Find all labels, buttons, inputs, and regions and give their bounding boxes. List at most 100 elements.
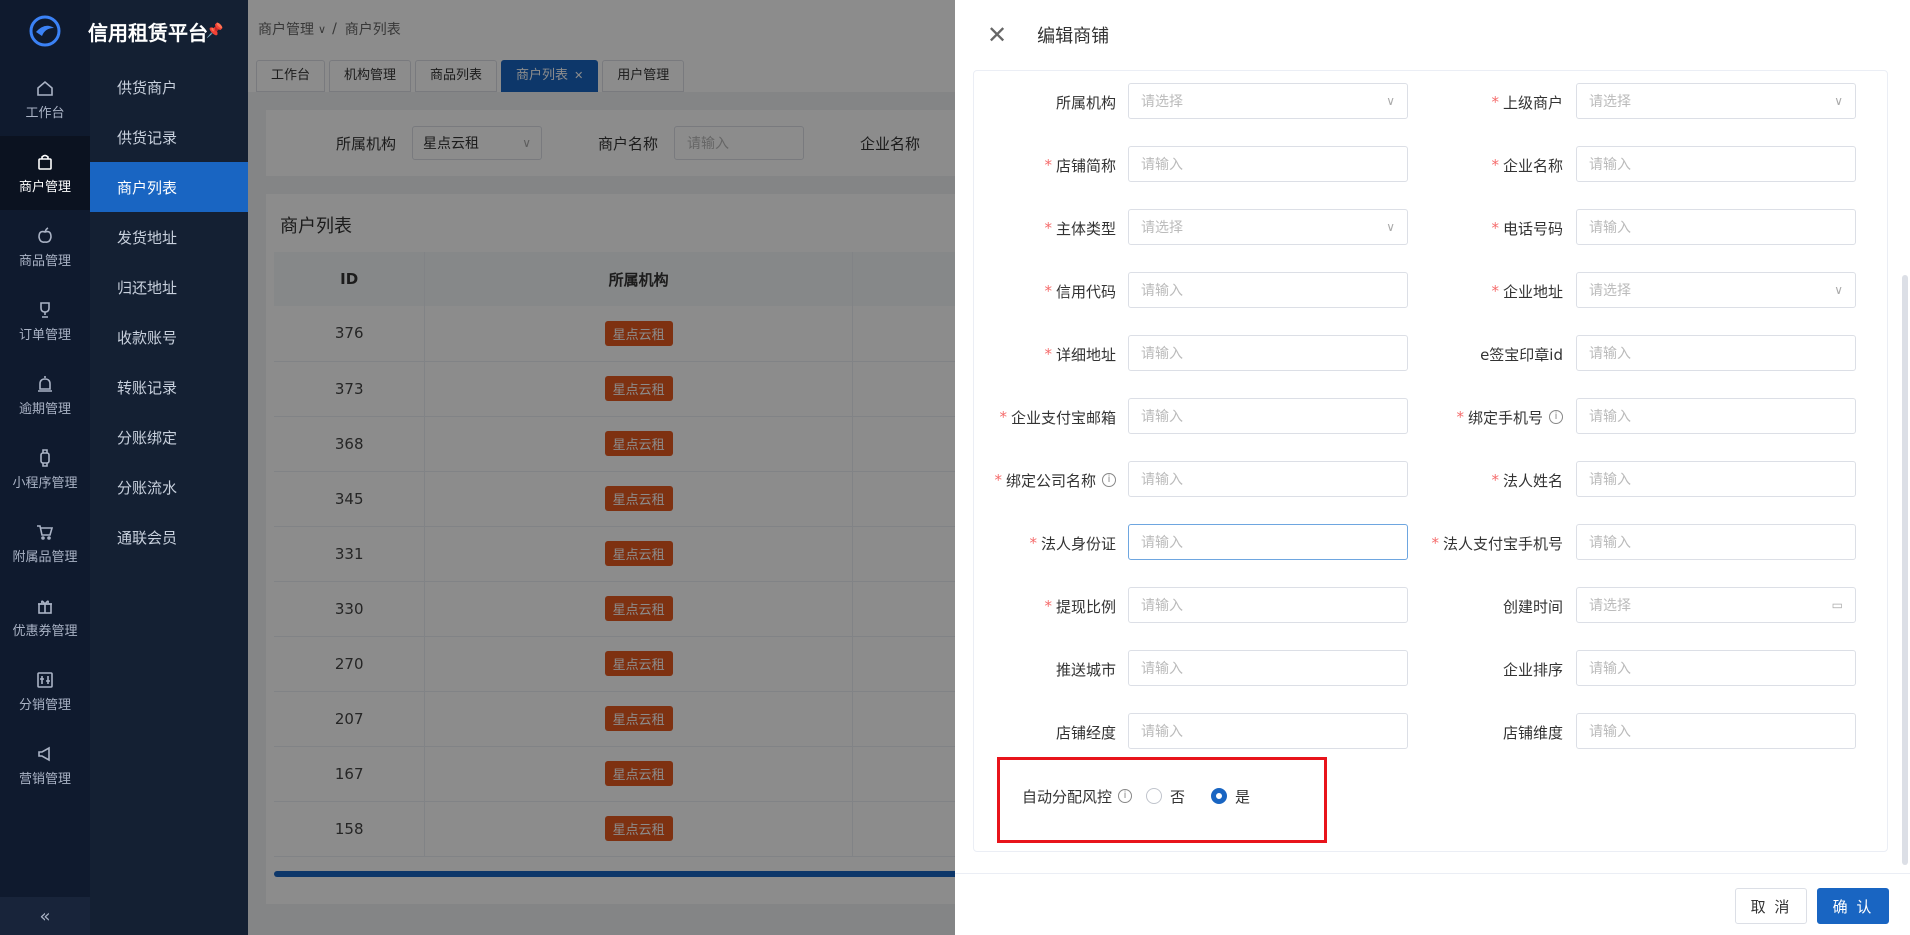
field-label: * 绑定公司名称 i [994, 461, 1116, 499]
field-label: * 上级商户 [1491, 83, 1563, 121]
field-input[interactable]: 请输入 [1576, 209, 1856, 245]
megaphone-icon [38, 746, 50, 761]
field-label: 所属机构 [1056, 83, 1116, 121]
rail-item-6[interactable]: 附属品管理 [0, 506, 90, 580]
rail-item-2[interactable]: 商品管理 [0, 210, 90, 284]
submenu-item[interactable]: 供货商户 [90, 62, 248, 112]
field-label-text: 店铺经度 [1055, 723, 1116, 742]
submenu-item[interactable]: 归还地址 [90, 262, 248, 312]
field-input[interactable]: 请输入 [1128, 650, 1408, 686]
chevron-down-icon: ∨ [1386, 220, 1395, 234]
field-label-text: 详细地址 [1055, 345, 1116, 364]
field-input[interactable]: 请输入 [1128, 398, 1408, 434]
radio-yes-label[interactable]: 是 [1235, 786, 1250, 807]
field-label: * 详细地址 [1044, 335, 1116, 373]
field-input[interactable]: 请输入 [1128, 713, 1408, 749]
rail-item-7[interactable]: 优惠券管理 [0, 580, 90, 654]
placeholder-text: 请输入 [1589, 472, 1631, 488]
submenu-item[interactable]: 分账流水 [90, 462, 248, 512]
field-label-text: 企业名称 [1502, 156, 1563, 175]
field-input[interactable]: 请输入 [1576, 713, 1856, 749]
rail-item-label: 逾期管理 [18, 401, 71, 417]
confirm-button[interactable]: 确 认 [1817, 888, 1889, 924]
cart-icon [37, 524, 54, 540]
rail-item-5[interactable]: 小程序管理 [0, 432, 90, 506]
logo [0, 0, 90, 62]
rail-item-3[interactable]: 订单管理 [0, 284, 90, 358]
info-icon[interactable]: i [1102, 473, 1116, 487]
collapse-button[interactable]: « [0, 897, 90, 935]
rail-item-4[interactable]: 逾期管理 [0, 358, 90, 432]
field-select[interactable]: 请选择 ∨ [1128, 83, 1408, 119]
field-input[interactable]: 请输入 [1128, 587, 1408, 623]
field-select[interactable]: 请选择 ∨ [1576, 83, 1856, 119]
field-label-text: 法人身份证 [1040, 534, 1116, 553]
placeholder-text: 请输入 [1589, 535, 1631, 551]
field-input[interactable]: 请输入 [1576, 335, 1856, 371]
required-mark: * [1491, 282, 1499, 300]
required-mark: * [1044, 156, 1052, 174]
placeholder-text: 请输入 [1589, 157, 1631, 173]
field-label-text: 推送城市 [1055, 660, 1116, 679]
field-input[interactable]: 请输入 [1576, 146, 1856, 182]
rail-item-label: 工作台 [25, 105, 65, 121]
radio-no[interactable] [1146, 788, 1163, 804]
field-input[interactable]: 请输入 [1128, 524, 1408, 560]
close-icon[interactable]: ✕ [987, 23, 1007, 47]
field-input[interactable]: 请输入 [1128, 272, 1408, 308]
required-mark: * [1431, 534, 1439, 552]
field-label: * 法人身份证 [1029, 524, 1116, 562]
field-input[interactable]: 请输入 [1128, 335, 1408, 371]
submenu-item[interactable]: 发货地址 [90, 212, 248, 262]
pin-icon[interactable]: 📌 [206, 23, 223, 39]
apple-icon [38, 226, 52, 243]
field-select[interactable]: 请选择 ∨ [1128, 209, 1408, 245]
rail-item-1[interactable]: 商户管理 [0, 136, 90, 210]
field-label: * 绑定手机号 i [1456, 398, 1563, 436]
submenu-item[interactable]: 转账记录 [90, 362, 248, 412]
field-select[interactable]: 请选择 ∨ [1576, 272, 1856, 308]
rail-item-0[interactable]: 工作台 [0, 62, 90, 136]
info-icon[interactable]: i [1549, 410, 1563, 424]
field-label-text: 企业地址 [1502, 282, 1563, 301]
placeholder-text: 请输入 [1589, 220, 1631, 236]
placeholder-text: 请输入 [1141, 661, 1183, 677]
placeholder-text: 请输入 [1141, 157, 1183, 173]
field-label-text: 法人姓名 [1502, 471, 1563, 490]
field-label-text: 信用代码 [1055, 282, 1116, 301]
icon-rail: 工作台商户管理 商品管理 订单管理逾期管理小程序管理 附属品管理 优惠券管理 分销管理 营销… [0, 0, 90, 935]
field-label-text: 主体类型 [1055, 219, 1116, 238]
submenu-panel: 信用租赁平台 📌 供货商户 供货记录 商户列表 发货地址 归还地址 收款账号 转账记录 分账绑… [88, 0, 248, 935]
field-label: * 企业名称 [1491, 146, 1563, 184]
placeholder-text: 请输入 [1589, 409, 1631, 425]
trophy-icon [40, 301, 50, 318]
field-label: 推送城市 [1056, 650, 1116, 688]
submenu-item[interactable]: 供货记录 [90, 112, 248, 162]
info-icon[interactable]: i [1118, 789, 1133, 803]
submenu-item[interactable]: 商户列表 [90, 162, 248, 212]
field-label: * 店铺简称 [1044, 146, 1116, 184]
field-input[interactable]: 请输入 [1128, 146, 1408, 182]
vertical-scrollbar[interactable] [1902, 275, 1908, 865]
field-input[interactable]: 请输入 [1576, 524, 1856, 560]
field-input[interactable]: 请输入 [1576, 398, 1856, 434]
field-input[interactable]: 请输入 [1576, 650, 1856, 686]
field-input[interactable]: 请输入 [1128, 461, 1408, 497]
submenu-item[interactable]: 通联会员 [90, 512, 248, 562]
submenu-item[interactable]: 分账绑定 [90, 412, 248, 462]
placeholder-text: 请选择 [1589, 94, 1631, 110]
rail-item-9[interactable]: 营销管理 [0, 728, 90, 802]
field-label: * 主体类型 [1044, 209, 1116, 247]
placeholder-text: 请输入 [1141, 535, 1183, 551]
submenu-item[interactable]: 收款账号 [90, 312, 248, 362]
cancel-button[interactable]: 取 消 [1735, 888, 1807, 924]
radio-no-label[interactable]: 否 [1170, 786, 1185, 807]
field-label: * 法人姓名 [1491, 461, 1563, 499]
placeholder-text: 请选择 [1589, 598, 1631, 614]
rail-item-8[interactable]: 分销管理 [0, 654, 90, 728]
field-input[interactable]: 请输入 [1576, 461, 1856, 497]
placeholder-text: 请选择 [1141, 220, 1183, 236]
date-picker[interactable]: 请选择 ▭ [1576, 587, 1856, 623]
radio-yes[interactable] [1211, 788, 1228, 804]
required-mark: * [1491, 219, 1499, 237]
